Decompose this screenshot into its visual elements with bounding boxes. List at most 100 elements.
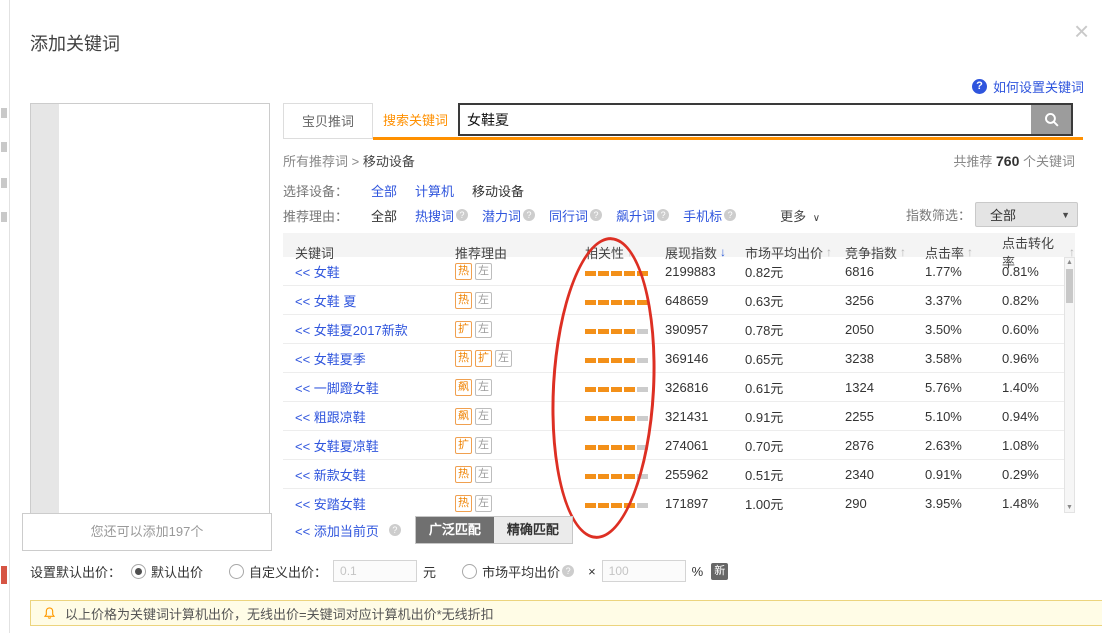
reason-badge-icon: 热 xyxy=(455,466,472,483)
keyword-add-link[interactable]: << 新款女鞋 xyxy=(295,468,366,483)
table-row: << 女鞋夏凉鞋扩左2740610.70元28762.63%1.08% xyxy=(283,431,1075,460)
broad-match-button[interactable]: 广泛匹配 xyxy=(416,517,494,543)
reason-badge-icon: 飙 xyxy=(455,408,472,425)
breadcrumb-root[interactable]: 所有推荐词 xyxy=(283,154,348,169)
keyword-add-link[interactable]: << 安踏女鞋 xyxy=(295,497,366,512)
question-mark-icon[interactable]: ? xyxy=(389,524,401,536)
market-average-bid: 0.51元 xyxy=(745,465,845,484)
reason-option-5[interactable]: 手机标 xyxy=(683,206,722,225)
device-option-0[interactable]: 全部 xyxy=(371,181,397,200)
market-bid-radio[interactable] xyxy=(462,564,477,579)
percent-sign: % xyxy=(692,564,704,579)
reason-option-0[interactable]: 全部 xyxy=(371,206,397,225)
index-filter-select[interactable]: 全部 ▼ xyxy=(975,202,1078,227)
relevance-bar-segment xyxy=(637,416,648,421)
relevance-bar-segment xyxy=(585,358,596,363)
competition-index: 2876 xyxy=(845,438,925,453)
custom-bid-label: 自定义出价： xyxy=(249,562,327,581)
keyword-table: 关键词推荐理由相关性↑展现指数↓市场平均出价↑竞争指数↑点击率↑点击转化率↑ <… xyxy=(283,233,1075,513)
question-mark-icon[interactable]: ? xyxy=(456,209,468,221)
reason-badges: 热左 xyxy=(455,291,585,309)
reason-option-4[interactable]: 飙升词 xyxy=(616,206,655,225)
relevance-bar-segment xyxy=(611,474,622,479)
scrollbar-down-icon[interactable]: ▼ xyxy=(1065,504,1074,511)
relevance-bar-segment xyxy=(598,329,609,334)
scrollbar-up-icon[interactable]: ▲ xyxy=(1065,259,1074,266)
breadcrumb: 所有推荐词 > 移动设备 共推荐 760 个关键词 xyxy=(283,151,1083,171)
keyword-add-link[interactable]: << 一脚蹬女鞋 xyxy=(295,381,379,396)
table-row: << 女鞋热左21998830.82元68161.77%0.81% xyxy=(283,257,1075,286)
more-filters-button[interactable]: 更多 ∨ xyxy=(780,206,820,225)
keyword-add-link[interactable]: << 女鞋夏凉鞋 xyxy=(295,439,379,454)
help-link[interactable]: 如何设置关键词 xyxy=(993,77,1084,96)
question-mark-icon[interactable]: ? xyxy=(523,209,535,221)
search-button[interactable] xyxy=(1031,105,1071,134)
relevance-bar-segment xyxy=(611,358,622,363)
tab-search-keyword[interactable]: 搜索关键词 xyxy=(373,103,458,139)
keyword-add-link[interactable]: << 粗跟凉鞋 xyxy=(295,410,366,425)
active-tab-underline xyxy=(373,137,1083,140)
keyword-source-tabs: 宝贝推词 搜索关键词 xyxy=(283,103,1083,140)
relevance-bar-segment xyxy=(611,329,622,334)
device-option-1[interactable]: 计算机 xyxy=(415,181,454,200)
reason-badge-icon: 热 xyxy=(455,292,472,309)
close-icon[interactable]: × xyxy=(1074,18,1089,44)
competition-index: 2255 xyxy=(845,409,925,424)
market-percent-input[interactable] xyxy=(602,560,686,582)
competition-index: 290 xyxy=(845,496,925,511)
relevance-bars xyxy=(585,380,665,395)
exact-match-button[interactable]: 精确匹配 xyxy=(494,517,572,543)
scrollbar-thumb[interactable] xyxy=(1066,269,1073,303)
custom-bid-input[interactable] xyxy=(333,560,417,582)
relevance-bar-segment xyxy=(585,445,596,450)
device-options: 全部计算机移动设备 xyxy=(371,181,542,200)
relevance-bar-segment xyxy=(637,300,648,305)
keyword-search-input[interactable] xyxy=(458,103,1073,136)
table-row: << 安踏女鞋热左1718971.00元2903.95%1.48% xyxy=(283,489,1075,513)
question-mark-icon[interactable]: ? xyxy=(657,209,669,221)
relevance-bar-segment xyxy=(598,271,609,276)
relevance-bar-segment xyxy=(611,300,622,305)
relevance-bars xyxy=(585,467,665,482)
impression-index: 2199883 xyxy=(665,264,745,279)
relevance-bar-segment xyxy=(611,503,622,508)
question-mark-icon[interactable]: ? xyxy=(590,209,602,221)
default-bid-radio[interactable] xyxy=(131,564,146,579)
keyword-add-link[interactable]: << 女鞋夏季 xyxy=(295,352,366,367)
help-icon[interactable]: ? xyxy=(972,79,987,94)
market-average-bid: 0.91元 xyxy=(745,407,845,426)
recommend-count: 共推荐 760 个关键词 xyxy=(953,151,1075,170)
question-mark-icon[interactable]: ? xyxy=(562,565,574,577)
relevance-bar-segment xyxy=(624,416,635,421)
reason-option-1[interactable]: 热搜词 xyxy=(415,206,454,225)
search-icon xyxy=(1043,111,1060,128)
market-average-bid: 0.61元 xyxy=(745,378,845,397)
reason-option-3[interactable]: 同行词 xyxy=(549,206,588,225)
competition-index: 6816 xyxy=(845,264,925,279)
impression-index: 369146 xyxy=(665,351,745,366)
tab-item-recommend[interactable]: 宝贝推词 xyxy=(283,103,373,139)
reason-option-2[interactable]: 潜力词 xyxy=(482,206,521,225)
keyword-add-link[interactable]: << 女鞋 夏 xyxy=(295,294,356,309)
keyword-add-link[interactable]: << 女鞋 xyxy=(295,265,340,280)
table-body: << 女鞋热左21998830.82元68161.77%0.81% << 女鞋 夏… xyxy=(283,257,1075,513)
relevance-bar-segment xyxy=(585,271,596,276)
add-current-page-link[interactable]: << 添加当前页 xyxy=(295,521,379,540)
relevance-bar-segment xyxy=(585,416,596,421)
keyword-add-link[interactable]: << 女鞋夏2017新款 xyxy=(295,323,408,338)
reason-options: 全部热搜词?潜力词?同行词?飙升词?手机标? xyxy=(371,206,750,225)
relevance-bar-segment xyxy=(624,503,635,508)
background-text-fragment xyxy=(1,212,7,222)
device-option-2[interactable]: 移动设备 xyxy=(472,181,524,200)
table-scrollbar[interactable]: ▲ ▼ xyxy=(1064,257,1075,513)
competition-index: 1324 xyxy=(845,380,925,395)
relevance-bar-segment xyxy=(598,445,609,450)
market-average-bid: 0.65元 xyxy=(745,349,845,368)
dropdown-arrow-icon: ▼ xyxy=(1061,210,1070,220)
breadcrumb-current: 移动设备 xyxy=(363,154,415,169)
market-average-bid: 0.82元 xyxy=(745,262,845,281)
reason-badge-icon: 飙 xyxy=(455,379,472,396)
question-mark-icon[interactable]: ? xyxy=(724,209,736,221)
reason-filter-row: 推荐理由： 全部热搜词?潜力词?同行词?飙升词?手机标? 更多 ∨ 指数筛选： … xyxy=(283,204,1083,226)
custom-bid-radio[interactable] xyxy=(229,564,244,579)
